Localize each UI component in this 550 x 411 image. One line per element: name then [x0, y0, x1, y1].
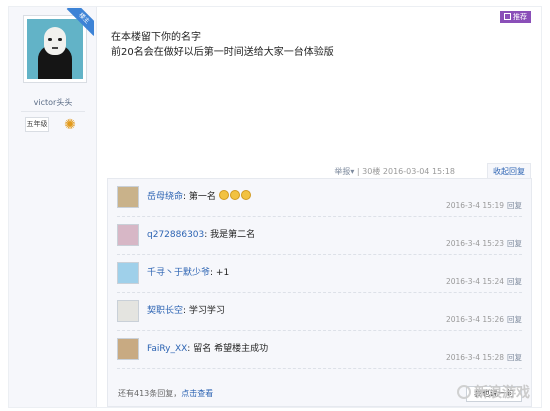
comment-body: +1: [213, 268, 230, 278]
comment-meta: 2016-3-4 15:28 回复: [446, 352, 522, 363]
sun-badge-icon: ✺: [64, 117, 76, 133]
commenter-avatar[interactable]: [117, 186, 139, 208]
comment-body: 学习学习: [186, 306, 225, 316]
floor-number: 30楼: [362, 167, 381, 176]
comment-reply-link[interactable]: 回复: [507, 315, 522, 324]
comment-text: 契职长空: 学习学习: [147, 306, 225, 316]
watermark-text: 新浪游戏: [474, 385, 530, 401]
comment-reply-link[interactable]: 回复: [507, 201, 522, 210]
op-badge-label: 楼主: [66, 8, 94, 36]
op-badge: 楼主: [64, 8, 94, 38]
smiley-face-icon: [218, 190, 229, 200]
post-content-line: 前20名会在做好以后第一时间送给大家一台体验版: [111, 47, 334, 58]
commenter-name[interactable]: q272886303: [147, 230, 204, 240]
comment-time: 2016-3-4 15:23: [445, 239, 504, 248]
collapse-replies-button[interactable]: 收起回复: [487, 163, 531, 178]
comment-text: q272886303: 我是第二名: [147, 230, 256, 240]
comment-item: 岳母绕命: 第一名 2016-3-4 15:19 回复: [117, 179, 522, 217]
comment-time: 2016-3-4 15:19: [445, 201, 504, 210]
commenter-avatar[interactable]: [117, 300, 139, 322]
post-main: 推荐 在本楼留下你的名字 前20名会在做好以后第一时间送给大家一台体验版 举报▾…: [107, 7, 541, 407]
comment-meta: 2016-3-4 15:23 回复: [446, 238, 522, 249]
post-content: 在本楼留下你的名字 前20名会在做好以后第一时间送给大家一台体验版: [111, 30, 334, 60]
comment-body: 我是第二名: [207, 230, 256, 240]
comment-text: 千寻丶于默少爷: +1: [147, 268, 230, 278]
comment-item: FaiRy_XX: 留名 希望楼主成功 2016-3-4 15:28 回复: [117, 331, 522, 369]
post-time: 2016-03-04 15:18: [382, 167, 455, 176]
comment-reply-link[interactable]: 回复: [507, 353, 522, 362]
comment-item: 千寻丶于默少爷: +1 2016-3-4 15:24 回复: [117, 255, 522, 293]
post-content-line: 在本楼留下你的名字: [111, 32, 201, 43]
commenter-avatar[interactable]: [117, 338, 139, 360]
comment-meta: 2016-3-4 15:24 回复: [446, 276, 522, 287]
chevron-down-icon[interactable]: ▾: [350, 167, 354, 176]
comment-reply-link[interactable]: 回复: [507, 277, 522, 286]
recommend-icon: [504, 13, 511, 20]
commenter-name[interactable]: 岳母绕命: [147, 192, 183, 202]
commenter-avatar[interactable]: [117, 224, 139, 246]
commenter-avatar[interactable]: [117, 262, 139, 284]
author-name[interactable]: victor头头: [9, 97, 97, 108]
comment-body: 第一名: [186, 192, 216, 202]
meta-separator: |: [356, 167, 360, 176]
comment-body: 留名 希望楼主成功: [190, 344, 269, 354]
comment-item: q272886303: 我是第二名 2016-3-4 15:23 回复: [117, 217, 522, 255]
commenter-name[interactable]: FaiRy_XX: [147, 344, 187, 354]
post-floor: 楼主 victor头头 五年级 ✺ 推荐 在本楼留下你的名字 前20名会在做好以…: [8, 6, 542, 408]
comment-time: 2016-3-4 15:26: [445, 315, 504, 324]
recommend-button[interactable]: 推荐: [500, 11, 531, 23]
divider: [21, 111, 85, 112]
comment-meta: 2016-3-4 15:26 回复: [446, 314, 522, 325]
smiley-face-icon: [240, 190, 251, 200]
author-column: 楼主 victor头头 五年级 ✺: [9, 7, 97, 407]
comment-item: 契职长空: 学习学习 2016-3-4 15:26 回复: [117, 293, 522, 331]
report-link[interactable]: 举报: [334, 167, 350, 176]
more-replies: 还有413条回复，点击查看: [118, 388, 213, 399]
author-level: 五年级: [25, 117, 49, 132]
comment-list: 岳母绕命: 第一名 2016-3-4 15:19 回复 q272886303: 我…: [107, 178, 532, 407]
post-meta: 举报▾ | 30楼 2016-03-04 15:18: [334, 166, 455, 177]
sina-games-watermark: 新浪游戏: [457, 382, 530, 402]
comment-text: FaiRy_XX: 留名 希望楼主成功: [147, 344, 269, 354]
comment-time: 2016-3-4 15:28: [445, 353, 504, 362]
sina-eye-icon: [457, 385, 471, 399]
more-replies-count: 还有413条回复，: [118, 389, 182, 398]
commenter-name[interactable]: 契职长空: [147, 306, 183, 316]
view-more-link[interactable]: 点击查看: [181, 389, 213, 398]
commenter-name[interactable]: 千寻丶于默少爷: [147, 268, 210, 278]
recommend-label: 推荐: [513, 13, 527, 21]
comment-text: 岳母绕命: 第一名: [147, 189, 252, 202]
comment-meta: 2016-3-4 15:19 回复: [446, 200, 522, 211]
smiley-face-icon: [229, 190, 240, 200]
comment-time: 2016-3-4 15:24: [445, 277, 504, 286]
comment-reply-link[interactable]: 回复: [507, 239, 522, 248]
